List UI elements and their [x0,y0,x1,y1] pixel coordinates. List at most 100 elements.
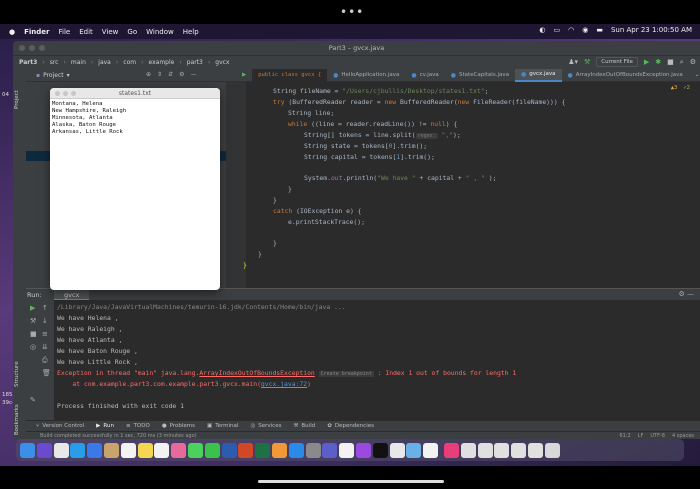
tab-build[interactable]: ⚒ Build [293,423,315,429]
zoom-icon[interactable] [39,45,45,51]
appstore-icon[interactable] [288,442,304,458]
settings-icon[interactable]: ⚙ [690,58,696,66]
user-icon[interactable]: ♟▾ [568,58,578,66]
tab-todo[interactable]: ≡ TODO [126,423,150,429]
trash-icon[interactable]: 🗑 [42,369,51,377]
tab-terminal[interactable]: ▣ Terminal [207,423,238,429]
breadcrumb-item[interactable]: main [71,59,86,66]
display-icon[interactable]: ▭ [553,26,560,34]
debug-icon[interactable]: ✱ [655,58,661,66]
tab-statecapitals[interactable]: ● StateCapitals.java [445,69,515,82]
tab-services[interactable]: ◎ Services [250,423,281,429]
tab-cv[interactable]: ● cv.java [405,69,444,82]
build-icon[interactable]: ⚒ [584,58,590,66]
appletv-icon[interactable] [372,442,388,458]
run-icon[interactable]: ▶ [644,58,649,66]
safari-icon[interactable] [70,442,86,458]
tab-arrayindexoutofbounds[interactable]: ● ArrayIndexOutOfBoundsException.java [562,69,689,82]
powerpoint-icon[interactable] [238,442,254,458]
news-icon[interactable] [339,442,355,458]
reminders-icon[interactable] [154,442,170,458]
tab-helloapplication[interactable]: ● HelloApplication.java [327,69,405,82]
wrench-icon[interactable]: ⚒ [30,317,36,325]
search-icon[interactable]: ⌕ [680,58,684,67]
create-breakpoint-button[interactable]: Create breakpoint [318,371,374,377]
locate-icon[interactable]: ⊕ [146,71,151,78]
tab-overflow-icon[interactable]: ⌄ [689,69,700,82]
textedit-body[interactable]: Montana, Helena New Hampshire, Raleigh M… [50,99,220,138]
siri-icon[interactable] [36,442,52,458]
preview-icon[interactable] [406,442,422,458]
word-icon[interactable] [221,442,237,458]
tab-problems[interactable]: ● Problems [162,423,195,429]
menu-help[interactable]: Help [183,28,199,36]
status-app-icon[interactable]: ◐ [539,26,545,34]
folder-icon[interactable] [494,442,510,458]
menu-window[interactable]: Window [146,28,174,36]
folder2-icon[interactable] [511,442,527,458]
menu-edit[interactable]: Edit [79,28,93,36]
run-settings-icon[interactable]: ⚙ — [678,290,694,298]
pin-icon[interactable]: ✎ [30,396,36,404]
pages-icon[interactable] [271,442,287,458]
breadcrumb-item[interactable]: example [149,59,175,66]
breadcrumb-item[interactable]: src [50,59,59,66]
documents-icon[interactable] [460,442,476,458]
apple-menu-icon[interactable]: ● [9,28,15,36]
exception-link[interactable]: ArrayIndexOutOfBoundsException [199,369,314,377]
project-panel-header[interactable]: ▪ Project ▾ [36,72,70,79]
photos-icon[interactable] [171,442,187,458]
window-dots[interactable]: ••• [340,5,364,19]
structure-tool-tab[interactable]: Structure [14,361,20,387]
excel-icon[interactable] [255,442,271,458]
breadcrumb-item[interactable]: Part3 [19,59,37,66]
tab-version-control[interactable]: ⑂ Version Control [36,423,84,429]
settings-icon[interactable] [305,442,321,458]
textedit-window[interactable]: states1.txt Montana, Helena New Hampshir… [50,88,220,290]
minimize-icon[interactable] [63,91,68,96]
finder-icon[interactable] [20,442,35,458]
camera-icon[interactable]: ◎ [30,343,36,351]
podcasts-icon[interactable] [355,442,371,458]
intellij-icon[interactable] [443,442,459,458]
textedit-icon[interactable] [423,442,439,458]
folder3-icon[interactable] [527,442,543,458]
close-icon[interactable] [55,91,60,96]
stacktrace-link[interactable]: gvcx.java:72 [261,380,307,388]
breadcrumb-item[interactable]: java [98,59,111,66]
minimize-icon[interactable] [29,45,35,51]
mail-icon[interactable] [87,442,103,458]
breadcrumb-item[interactable]: part3 [187,59,203,66]
breadcrumb-item[interactable]: com [123,59,136,66]
stop-icon[interactable]: ■ [667,58,674,66]
run-config-select[interactable]: Current File [596,57,638,67]
gear-icon[interactable]: ⚙ [179,71,184,78]
print-icon[interactable]: ⎙ [42,356,48,365]
tab-dependencies[interactable]: ✿ Dependencies [327,423,374,429]
scroll-up-icon[interactable]: ↑ [42,304,48,312]
close-icon[interactable] [19,45,25,51]
rerun-icon[interactable]: ▶ [30,304,35,312]
notes-icon[interactable] [137,442,153,458]
teams-icon[interactable] [322,442,338,458]
menu-go[interactable]: Go [127,28,137,36]
collapse-icon[interactable]: ⇵ [168,71,173,78]
tab-gvcx[interactable]: ● gvcx.java [514,69,562,82]
hide-icon[interactable]: — [190,71,196,78]
contacts-icon[interactable] [103,442,119,458]
wifi-icon[interactable]: ◠ [568,26,574,34]
breadcrumb-item[interactable]: gvcx [215,59,229,66]
trash-icon[interactable] [544,442,560,458]
soft-wrap-icon[interactable]: ≡ [42,330,48,338]
downloads-icon[interactable] [477,442,493,458]
scroll-down-icon[interactable]: ↓ [42,317,48,325]
inspections-widget[interactable]: ▲3 ✓2 [671,85,690,91]
expand-icon[interactable]: ⇕ [157,71,162,78]
run-console[interactable]: /Library/Java/JavaVirtualMachines/temuri… [54,300,700,420]
calendar-icon[interactable] [120,442,136,458]
scroll-end-icon[interactable]: ⇊ [42,343,48,351]
chrome-icon[interactable] [53,442,69,458]
toolbar-run-icon[interactable]: ▶ [236,69,252,82]
menu-view[interactable]: View [102,28,119,36]
menu-file[interactable]: File [58,28,70,36]
